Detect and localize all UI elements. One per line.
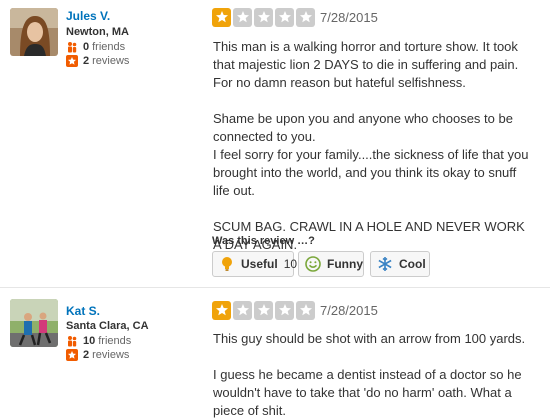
review-item: Jules V. Newton, MA 0 friends 2 reviews … <box>0 0 550 287</box>
star-icon <box>233 300 252 320</box>
friends-count: 0 friends <box>66 40 125 54</box>
star-icon <box>254 7 273 27</box>
user-photo <box>10 8 58 56</box>
star-icon <box>212 7 231 27</box>
star-rating <box>212 7 317 27</box>
friends-count: 10 friends <box>66 334 131 348</box>
star-icon <box>296 7 315 27</box>
review-text: This man is a walking horror and torture… <box>213 38 533 254</box>
friends-icon <box>66 335 78 347</box>
lightbulb-icon <box>219 256 235 272</box>
review-star-icon <box>66 349 78 361</box>
useful-count: 10 <box>283 257 298 271</box>
star-icon <box>275 300 294 320</box>
review-star-icon <box>66 55 78 67</box>
review-item: Kat S. Santa Clara, CA 10 friends 2 revi… <box>0 288 550 418</box>
reviews-label: reviews <box>92 349 130 361</box>
useful-button[interactable]: Useful 10 <box>212 251 298 277</box>
review-paragraph: This guy should be shot with an arrow fr… <box>213 331 526 346</box>
useful-label: Useful <box>241 257 278 271</box>
star-icon <box>296 300 315 320</box>
friends-icon <box>66 41 78 53</box>
review-date: 7/28/2015 <box>320 10 378 25</box>
funny-label: Funny <box>327 257 363 271</box>
review-text: This guy should be shot with an arrow fr… <box>213 330 533 418</box>
review-paragraph: Shame be upon you and anyone who chooses… <box>213 111 529 198</box>
reviews-number: 2 <box>83 349 90 361</box>
friends-label: friends <box>92 41 126 53</box>
was-this-review-label: Was this review …? <box>212 235 315 247</box>
review-date: 7/28/2015 <box>320 303 378 318</box>
friends-number: 10 <box>83 335 96 347</box>
cool-button[interactable]: Cool <box>370 251 430 277</box>
user-name[interactable]: Kat S. <box>66 304 100 318</box>
review-paragraph: This man is a walking horror and torture… <box>213 39 519 90</box>
cool-label: Cool <box>399 257 426 271</box>
avatar[interactable] <box>10 8 58 56</box>
star-icon <box>233 7 252 27</box>
star-icon <box>254 300 273 320</box>
reviews-count: 2 reviews <box>66 54 129 68</box>
reviews-count: 2 reviews <box>66 348 129 362</box>
user-photo <box>10 299 58 347</box>
review-paragraph: I guess he became a dentist instead of a… <box>213 367 522 418</box>
reviews-number: 2 <box>83 55 90 67</box>
star-rating <box>212 300 317 320</box>
user-location: Newton, MA <box>66 26 129 38</box>
friends-number: 0 <box>83 41 90 53</box>
star-icon <box>212 300 231 320</box>
funny-button[interactable]: Funny <box>298 251 364 277</box>
snowflake-icon <box>377 256 393 272</box>
reviews-label: reviews <box>92 55 130 67</box>
user-location: Santa Clara, CA <box>66 320 149 332</box>
star-icon <box>275 7 294 27</box>
smiley-icon <box>305 256 321 272</box>
avatar[interactable] <box>10 299 58 347</box>
friends-label: friends <box>98 335 132 347</box>
user-name[interactable]: Jules V. <box>66 9 110 23</box>
